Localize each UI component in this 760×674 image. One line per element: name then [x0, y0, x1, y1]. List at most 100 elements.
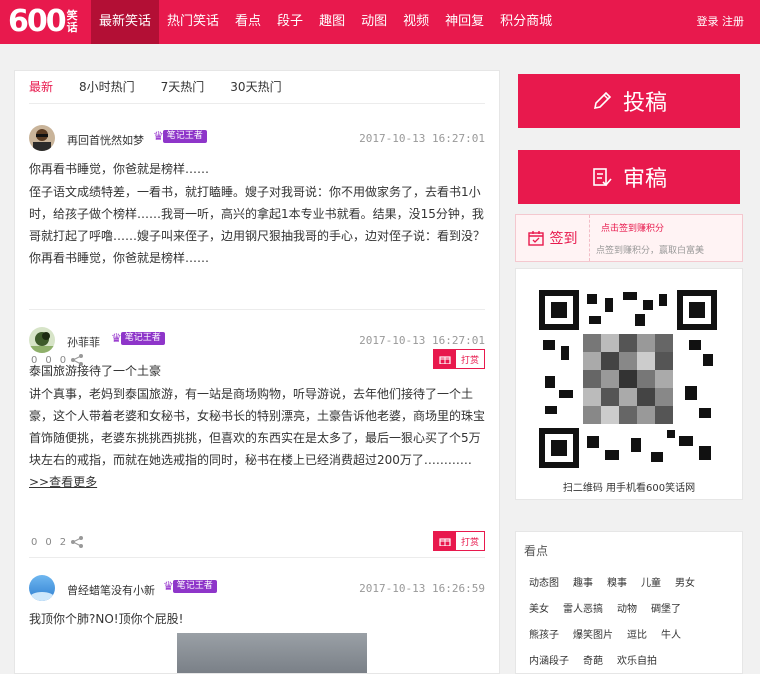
post-author[interactable]: 曾经蜡笔没有小新 — [67, 582, 155, 598]
post-author[interactable]: 孙菲菲 — [67, 334, 100, 350]
post-card: 再回首恍然如梦 ♛ 笔记王者 2017-10-13 16:27:01 你再看书睡… — [29, 123, 486, 369]
checkin-button[interactable]: 签到 — [516, 215, 590, 261]
tab-latest[interactable]: 最新 — [29, 71, 53, 103]
post-counts: 0 0 2 — [31, 536, 84, 548]
avatar[interactable] — [29, 125, 55, 151]
tags-panel: 看点 动态图 趣事 糗事 儿童 男女 美女 雷人恶搞 动物 碉堡了 熊孩子 爆笑… — [515, 531, 743, 674]
post-header: 曾经蜡笔没有小新 ♛ 笔记王者 2017-10-13 16:26:59 — [29, 573, 485, 603]
post-divider — [29, 309, 485, 310]
calendar-icon — [527, 231, 544, 246]
tag-link[interactable]: 动态图 — [529, 574, 559, 589]
post-author[interactable]: 再回首恍然如梦 — [67, 132, 144, 148]
tag-link[interactable]: 逗比 — [627, 626, 647, 641]
auth-links: 登录 注册 — [697, 0, 745, 44]
tag-link[interactable]: 趣事 — [573, 574, 593, 589]
badge-label: 笔记王者 — [162, 129, 207, 143]
top-navbar: 600 笑 话 最新笑话 热门笑话 看点 段子 趣图 动图 视频 神回复 积分商… — [0, 0, 760, 44]
post-header: 再回首恍然如梦 ♛ 笔记王者 2017-10-13 16:27:01 — [29, 123, 485, 153]
tags-title: 看点 — [524, 544, 549, 558]
tags-grid: 动态图 趣事 糗事 儿童 男女 美女 雷人恶搞 动物 碉堡了 熊孩子 爆笑图片 … — [529, 568, 739, 672]
checkin-hint[interactable]: 点击签到赚积分 — [601, 221, 664, 234]
pencil-icon — [593, 91, 612, 110]
nav-item-latest[interactable]: 最新笑话 — [91, 0, 160, 44]
tag-link[interactable]: 男女 — [675, 574, 695, 589]
tag-link[interactable]: 爆笑图片 — [573, 626, 613, 641]
nav-item-duanzi[interactable]: 段子 — [269, 0, 311, 44]
nav-item-mall[interactable]: 积分商城 — [492, 0, 560, 44]
tag-link[interactable]: 奇葩 — [583, 652, 603, 667]
post-divider — [29, 557, 485, 558]
nav-item-kandian[interactable]: 看点 — [227, 0, 269, 44]
comment-count[interactable]: 2 — [60, 537, 66, 548]
tabs-divider — [29, 103, 485, 104]
share-icon[interactable] — [70, 536, 84, 548]
tag-link[interactable]: 牛人 — [661, 626, 681, 641]
badge-label: 笔记王者 — [120, 331, 165, 345]
tag-row: 内涵段子 奇葩 欢乐自拍 — [529, 646, 739, 672]
avatar[interactable] — [29, 327, 55, 353]
nav-item-shenhuifu[interactable]: 神回复 — [437, 0, 492, 44]
nav-item-dongtu[interactable]: 动图 — [353, 0, 395, 44]
post-title[interactable]: 泰国旅游接待了一个土豪 — [29, 363, 485, 379]
main-nav: 最新笑话 热门笑话 看点 段子 趣图 动图 视频 神回复 积分商城 — [91, 0, 560, 44]
tag-link[interactable]: 糗事 — [607, 574, 627, 589]
submit-button[interactable]: 投稿 — [518, 74, 740, 128]
site-logo[interactable]: 600 笑 话 — [8, 3, 78, 41]
level-badge: ♛ 笔记王者 — [111, 330, 165, 346]
logo-subtext: 笑 话 — [66, 9, 78, 34]
post-footer: 0 0 2 打赏 — [29, 531, 485, 553]
tag-link[interactable]: 碉堡了 — [651, 600, 681, 615]
register-link[interactable]: 注册 — [722, 15, 744, 28]
tab-7d-hot[interactable]: 7天热门 — [161, 71, 205, 103]
post-title[interactable]: 我顶你个肺?NO!顶你个屁股! — [29, 611, 485, 627]
tag-link[interactable]: 雷人恶搞 — [563, 600, 603, 615]
tag-link[interactable]: 动物 — [617, 600, 637, 615]
avatar[interactable] — [29, 575, 55, 601]
tip-label: 打赏 — [460, 537, 479, 548]
badge-label: 笔记王者 — [172, 579, 217, 593]
tag-row: 熊孩子 爆笑图片 逗比 牛人 — [529, 620, 739, 646]
tag-link[interactable]: 儿童 — [641, 574, 661, 589]
feed-tabs: 最新 8小时热门 7天热门 30天热门 — [29, 71, 308, 103]
review-label: 审稿 — [622, 167, 667, 192]
qr-code — [539, 290, 717, 468]
checkin-info: 点击签到赚积分 点签到赚积分，赢取白富美 — [590, 215, 742, 261]
tag-row: 美女 雷人恶搞 动物 碉堡了 — [529, 594, 739, 620]
checkin-desc: 点签到赚积分，赢取白富美 — [596, 246, 705, 256]
level-badge: ♛ 笔记王者 — [163, 578, 217, 594]
qr-panel: 扫二维码 用手机看600笑话网 — [515, 268, 743, 500]
tab-8h-hot[interactable]: 8小时热门 — [79, 71, 135, 103]
tab-30d-hot[interactable]: 30天热门 — [230, 71, 281, 103]
post-time: 2017-10-13 16:27:01 — [359, 334, 485, 347]
post-body: 讲个真事，老妈到泰国旅游，有一站是商场购物，听导游说，去年他们接待了一个土豪，这… — [29, 387, 486, 467]
checkin-label: 签到 — [549, 231, 578, 247]
post-card: 孙菲菲 ♛ 笔记王者 2017-10-13 16:27:01 泰国旅游接待了一个… — [29, 325, 486, 551]
nav-item-video[interactable]: 视频 — [395, 0, 437, 44]
post-card: 曾经蜡笔没有小新 ♛ 笔记王者 2017-10-13 16:26:59 我顶你个… — [29, 573, 485, 673]
post-image[interactable] — [177, 633, 367, 673]
tag-row: 动态图 趣事 糗事 儿童 男女 — [529, 568, 739, 594]
tag-link[interactable]: 美女 — [529, 600, 549, 615]
read-more-link[interactable]: >>查看更多 — [29, 473, 97, 490]
logo-number: 600 — [8, 4, 67, 39]
tag-link[interactable]: 熊孩子 — [529, 626, 559, 641]
review-icon — [593, 168, 612, 187]
nav-item-qutu[interactable]: 趣图 — [311, 0, 353, 44]
post-time: 2017-10-13 16:27:01 — [359, 132, 485, 145]
feed-panel: 最新 8小时热门 7天热门 30天热门 再回首恍然如梦 ♛ 笔记王者 2017-… — [14, 70, 500, 674]
post-body: 侄子语文成绩特差，一看书，就打瞌睡。嫂子对我哥说：你不用做家务了，去看书1小时，… — [29, 185, 486, 265]
tip-button[interactable]: 打赏 — [432, 531, 485, 551]
checkin-box: 签到 点击签到赚积分 点签到赚积分，赢取白富美 — [515, 214, 743, 262]
review-button[interactable]: 审稿 — [518, 150, 740, 204]
post-header: 孙菲菲 ♛ 笔记王者 2017-10-13 16:27:01 — [29, 325, 485, 355]
login-link[interactable]: 登录 — [697, 15, 719, 28]
dislike-count[interactable]: 0 — [45, 537, 51, 548]
qr-caption: 扫二维码 用手机看600笑话网 — [562, 483, 696, 494]
tag-link[interactable]: 内涵段子 — [529, 652, 569, 667]
post-title[interactable]: 你再看书睡觉，你爸就是榜样…… — [29, 161, 485, 177]
tag-link[interactable]: 欢乐自拍 — [617, 652, 657, 667]
post-time: 2017-10-13 16:26:59 — [359, 582, 485, 595]
submit-label: 投稿 — [622, 91, 667, 116]
like-count[interactable]: 0 — [31, 537, 37, 548]
nav-item-hot[interactable]: 热门笑话 — [159, 0, 227, 44]
